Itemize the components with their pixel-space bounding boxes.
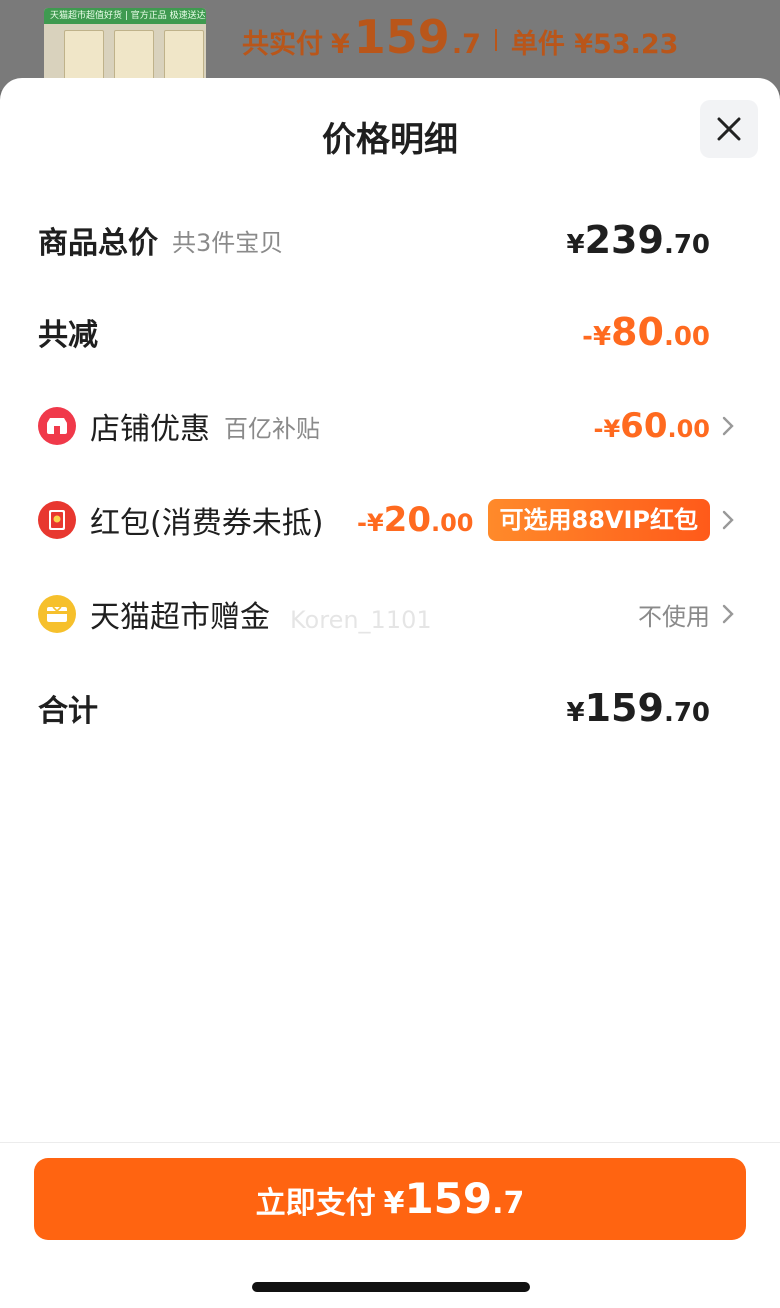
summary-dec: .7 [451, 29, 481, 60]
pay-now-label: 立即支付 [255, 1186, 376, 1221]
chevron-right-icon [722, 604, 734, 624]
row-sum: 合计 ¥159.70 [38, 678, 742, 738]
total-reduction-label: 共减 [38, 318, 98, 353]
pay-int: 159 [404, 1174, 493, 1223]
row-goods-total: 商品总价 共3件宝贝 ¥239.70 [38, 210, 742, 270]
goods-total-label: 商品总价 [38, 226, 158, 261]
row-total-reduction: 共减 -¥ 80.00 [38, 302, 742, 362]
close-icon [717, 117, 741, 141]
chevron-right-icon [722, 510, 734, 530]
footer-divider [0, 1142, 780, 1143]
screen: 天猫超市超值好货 | 官方正品 极速送达 共实付 ¥ 159 .7 单件 ¥53… [0, 0, 780, 1308]
chevron-right-icon [722, 416, 734, 436]
watermark-text: Koren_1101 [290, 606, 432, 634]
store-discount-icon [38, 407, 76, 445]
summary-int: 159 [353, 10, 450, 64]
store-discount-sub: 百亿补贴 [224, 414, 320, 443]
product-box-image [64, 30, 104, 80]
total-reduction-amount: -¥ 80.00 [582, 310, 710, 354]
pay-now-button[interactable]: 立即支付 ¥ 159 .7 [34, 1158, 746, 1240]
pay-yen: ¥ [383, 1186, 405, 1221]
red-packet-label: 红包(消费券未抵) [90, 506, 324, 541]
row-store-discount[interactable]: 店铺优惠 百亿补贴 -¥ 60.00 [38, 396, 742, 456]
gift-credit-label: 天猫超市赠金 [90, 600, 270, 635]
unit-price: 单件 ¥53.23 [510, 29, 679, 60]
summary-label: 共实付 [242, 29, 323, 60]
store-discount-label: 店铺优惠 [90, 412, 210, 447]
summary-yen: ¥ [331, 29, 350, 60]
goods-count: 共3件宝贝 [172, 228, 284, 257]
product-thumbnail: 天猫超市超值好货 | 官方正品 极速送达 [44, 8, 206, 84]
gift-credit-status: 不使用 [638, 602, 710, 631]
thumbnail-banner: 天猫超市超值好货 | 官方正品 极速送达 [44, 8, 206, 24]
sum-label: 合计 [38, 694, 98, 729]
background-price-summary: 共实付 ¥ 159 .7 单件 ¥53.23 [242, 10, 678, 70]
close-button[interactable] [700, 100, 758, 158]
pay-dec: .7 [492, 1186, 525, 1221]
product-box-image [114, 30, 154, 80]
divider [494, 29, 497, 51]
product-box-image [164, 30, 204, 80]
home-indicator[interactable] [252, 1282, 530, 1292]
red-packet-icon [38, 501, 76, 539]
row-red-packet[interactable]: 红包(消费券未抵) -¥ 20.00 可选用88VIP红包 [38, 490, 742, 550]
store-discount-amount: -¥ 60.00 [593, 406, 710, 446]
background-product-header: 天猫超市超值好货 | 官方正品 极速送达 共实付 ¥ 159 .7 单件 ¥53… [0, 0, 780, 90]
price-detail-sheet: 价格明细 商品总价 共3件宝贝 ¥239.70 共减 -¥ 80.00 店铺优惠… [0, 78, 780, 1308]
sheet-title: 价格明细 [322, 120, 458, 160]
goods-total-amount: ¥239.70 [566, 218, 710, 262]
sum-amount: ¥159.70 [566, 686, 710, 730]
red-packet-amount: -¥ 20.00 [356, 500, 474, 540]
vip-red-packet-tag[interactable]: 可选用88VIP红包 [487, 499, 710, 541]
gift-card-icon [38, 595, 76, 633]
